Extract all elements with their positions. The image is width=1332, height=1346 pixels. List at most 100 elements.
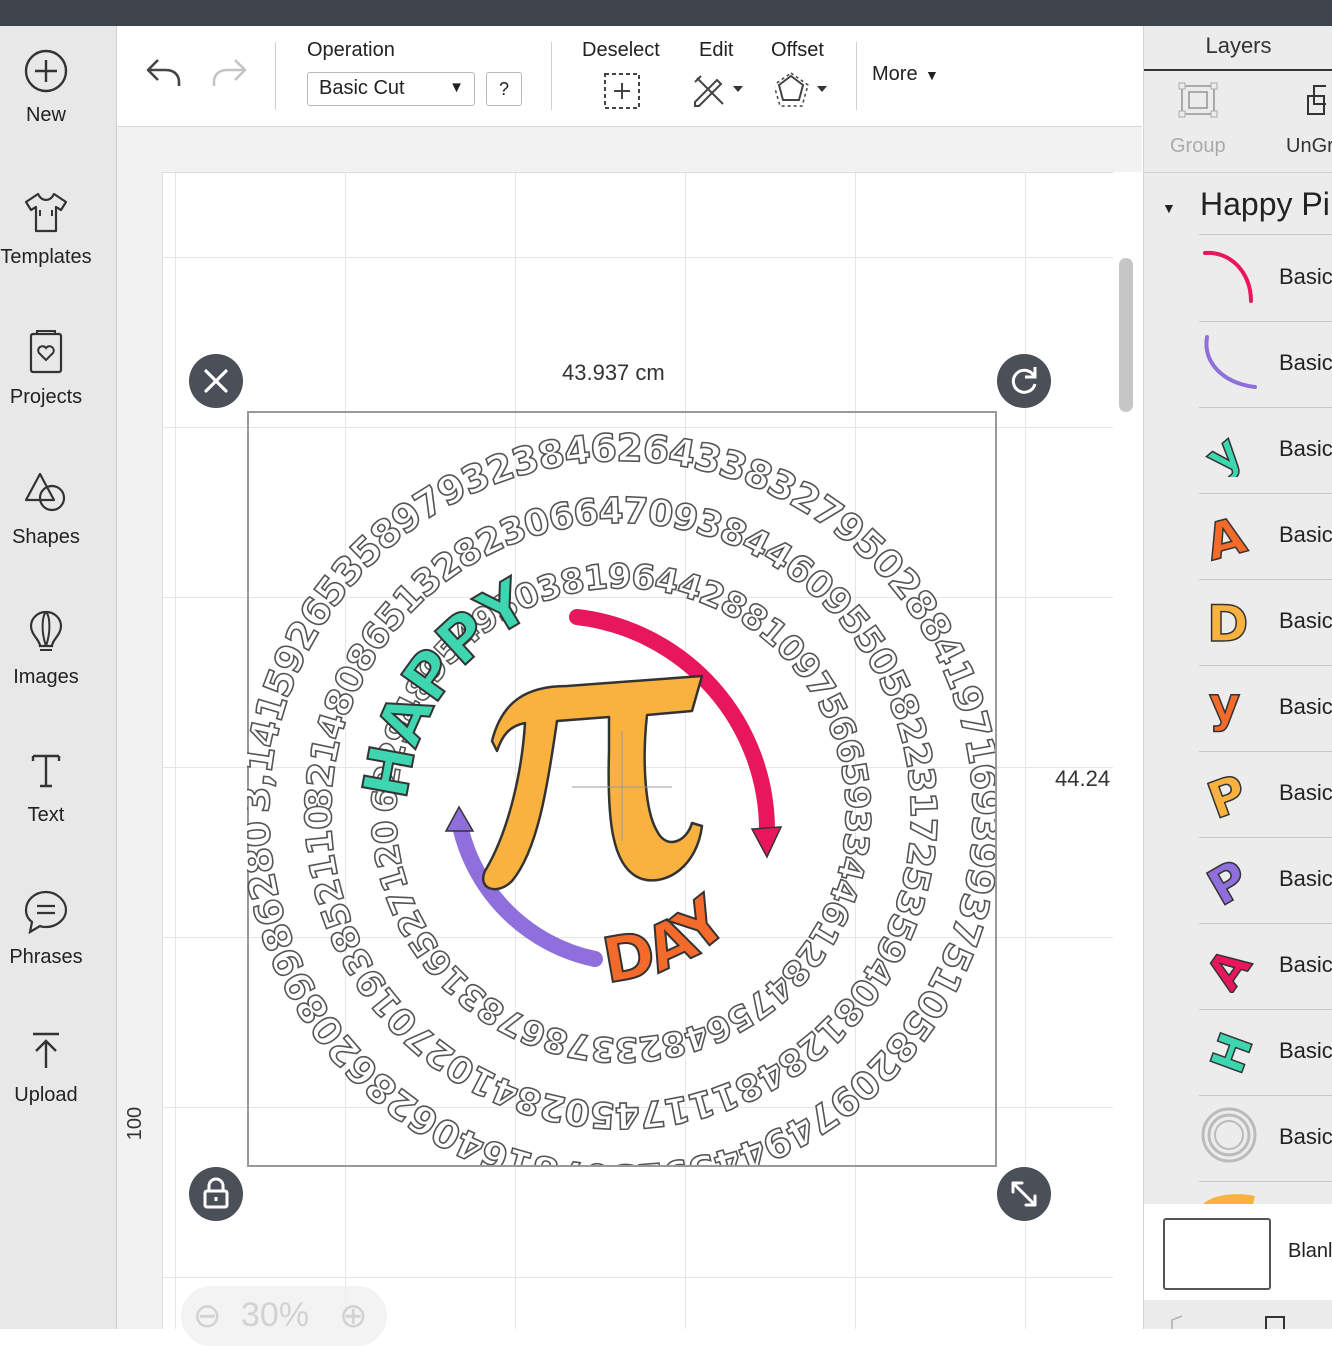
layer-row[interactable]: P Basic xyxy=(1199,837,1332,924)
sidebar-item-label: Shapes xyxy=(12,526,80,548)
layer-row[interactable]: Basic xyxy=(1199,321,1332,408)
sidebar-item-text[interactable]: Text xyxy=(0,748,92,827)
svg-text:P: P xyxy=(1200,763,1254,821)
pink-arc-thumbnail xyxy=(1203,250,1253,303)
ungroup-icon xyxy=(1307,85,1331,115)
resize-arrows-icon xyxy=(1011,1181,1037,1207)
vertical-scrollbar[interactable] xyxy=(1119,258,1133,412)
heart-card-icon xyxy=(29,330,63,374)
dropdown-arrow-icon: ▼ xyxy=(449,79,464,96)
zoom-control: ⊖ 30% ⊕ xyxy=(181,1286,387,1346)
yellow-d-thumbnail: D xyxy=(1206,594,1249,649)
happy-text: HAPPY xyxy=(348,564,542,803)
yellow-p-thumbnail: P xyxy=(1199,763,1255,821)
partial-layer-thumbnail xyxy=(1203,1194,1255,1204)
speech-bubble-icon xyxy=(24,890,68,935)
width-dimension: 43.937 cm xyxy=(562,360,665,385)
svg-text:D: D xyxy=(1207,595,1249,649)
sidebar-item-label: Text xyxy=(27,804,65,826)
shapes-icon xyxy=(24,472,66,512)
shirt-icon xyxy=(24,192,68,233)
zoom-out-icon[interactable]: ⊖ xyxy=(193,1296,222,1336)
undo-icon[interactable] xyxy=(144,56,184,90)
layer-row[interactable]: y Basic xyxy=(1199,407,1332,494)
blank-canvas-row[interactable]: Blanl xyxy=(1144,1204,1332,1300)
blank-canvas-swatch xyxy=(1163,1218,1271,1290)
lock-icon xyxy=(203,1177,229,1209)
sidebar-item-phrases[interactable]: Phrases xyxy=(0,888,92,969)
layer-name: Basic xyxy=(1279,1038,1332,1063)
resize-handle-button[interactable] xyxy=(997,1167,1051,1221)
pink-arrowhead xyxy=(750,826,783,859)
sidebar-item-shapes[interactable]: Shapes xyxy=(0,468,92,549)
ungroup-label: UnGr xyxy=(1286,135,1332,157)
sidebar-item-label: New xyxy=(25,104,66,126)
layer-row[interactable]: Basic xyxy=(1199,1095,1332,1182)
svg-text:A: A xyxy=(1200,506,1253,563)
sidebar-item-label: Phrases xyxy=(9,946,83,968)
purple-arc-thumbnail xyxy=(1204,335,1257,389)
center-crosshair xyxy=(572,731,672,841)
sidebar-item-templates[interactable]: Templates xyxy=(0,188,92,269)
zoom-in-icon[interactable]: ⊕ xyxy=(339,1296,368,1336)
offset-icon[interactable] xyxy=(775,72,831,108)
layer-row[interactable]: P Basic xyxy=(1199,751,1332,838)
bottom-tool-icons xyxy=(1171,1315,1285,1329)
deselect-icon[interactable] xyxy=(603,72,641,110)
ruler-mark: 100 xyxy=(124,1106,147,1141)
svg-text:P: P xyxy=(1199,849,1259,907)
layer-row[interactable]: D Basic xyxy=(1199,579,1332,666)
layer-row[interactable]: A Basic xyxy=(1199,493,1332,580)
toolbar-divider xyxy=(551,42,552,110)
edit-tools-icon[interactable] xyxy=(691,72,747,108)
lightbulb-icon xyxy=(29,610,63,651)
sidebar-item-projects[interactable]: Projects xyxy=(0,328,92,409)
layer-row[interactable]: Basic xyxy=(1199,235,1332,322)
layer-name: Basic xyxy=(1279,694,1332,719)
offset-label: Offset xyxy=(771,39,824,61)
layer-row[interactable]: y Basic xyxy=(1199,665,1332,752)
purple-p-thumbnail: P xyxy=(1199,848,1259,907)
day-text: DAY xyxy=(597,882,742,998)
layer-row[interactable]: H Basic xyxy=(1199,1009,1332,1096)
layers-tab[interactable]: Layers xyxy=(1144,26,1332,71)
layer-name: Basic xyxy=(1279,1124,1332,1149)
ruler-vertical: 100 xyxy=(117,172,163,1329)
toolbar-divider xyxy=(275,42,276,110)
more-label: More xyxy=(872,63,918,85)
svg-text:y: y xyxy=(1209,677,1240,733)
rotate-icon xyxy=(1011,367,1037,394)
sidebar-item-images[interactable]: Images xyxy=(0,608,92,689)
svg-text:H: H xyxy=(1200,1026,1259,1079)
group-label: Group xyxy=(1170,135,1226,157)
group-name: Happy Pi xyxy=(1200,186,1330,222)
window-top-bar xyxy=(0,0,1332,26)
sidebar-item-new[interactable]: New xyxy=(0,48,92,127)
delete-handle-button[interactable] xyxy=(189,354,243,408)
panel-divider xyxy=(1144,172,1332,173)
layer-name: Basic xyxy=(1279,866,1332,891)
collapse-arrow-icon: ▼ xyxy=(1162,200,1176,216)
group-button[interactable]: Group xyxy=(1170,82,1226,158)
pi-symbol xyxy=(482,674,704,891)
rotate-handle-button[interactable] xyxy=(997,354,1051,408)
svg-text:A: A xyxy=(1199,938,1259,993)
layer-name: Basic xyxy=(1279,522,1332,547)
ruler-horizontal xyxy=(117,127,1142,173)
lock-handle-button[interactable] xyxy=(189,1167,243,1221)
operation-help-button[interactable]: ? xyxy=(486,72,522,106)
sidebar-item-upload[interactable]: Upload xyxy=(0,1028,92,1107)
more-menu-button[interactable]: More ▼ xyxy=(872,63,939,86)
layer-name: Basic xyxy=(1279,350,1332,375)
text-t-icon xyxy=(31,754,61,788)
plus-circle-icon xyxy=(24,49,68,93)
deselect-label: Deselect xyxy=(582,39,660,61)
operation-select[interactable]: Basic Cut ▼ xyxy=(307,72,475,106)
redo-icon[interactable] xyxy=(209,56,249,90)
ungroup-button[interactable]: UnGr xyxy=(1286,82,1332,158)
layer-row[interactable]: A Basic xyxy=(1199,923,1332,1010)
layer-name: Basic xyxy=(1279,608,1332,633)
orange-y-thumbnail: y xyxy=(1208,676,1241,734)
close-icon xyxy=(204,369,228,393)
happy-pi-day-artwork[interactable]: 3,14159265358979323846264338327950288419… xyxy=(247,411,995,1165)
